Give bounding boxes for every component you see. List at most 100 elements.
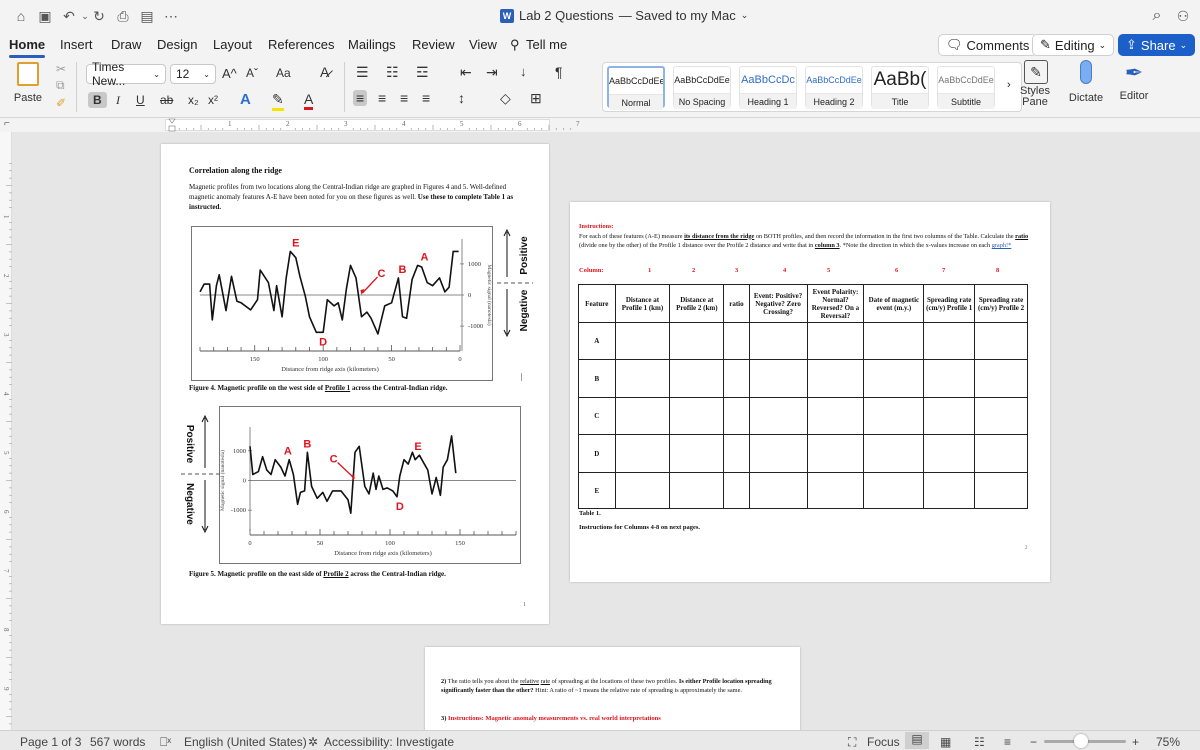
- save-as-icon[interactable]: ▤: [138, 7, 156, 25]
- justify-icon[interactable]: ≡: [422, 90, 430, 106]
- format-painter-icon[interactable]: ✐: [56, 96, 66, 110]
- word-count[interactable]: 567 words: [90, 735, 145, 749]
- cut-icon[interactable]: ✂: [56, 62, 66, 76]
- proofing-icon[interactable]: ⎕ˣ: [160, 735, 171, 750]
- annotation-label-a: A: [284, 446, 292, 458]
- tab-tell-me[interactable]: Tell me: [526, 37, 567, 52]
- tab-design[interactable]: Design: [157, 37, 197, 52]
- styles-more-chevron-icon[interactable]: ›: [1007, 79, 1011, 91]
- tab-layout[interactable]: Layout: [213, 37, 252, 52]
- table-row: C: [578, 397, 1028, 435]
- comments-button[interactable]: 🗨 Comments: [938, 34, 1038, 56]
- zoom-slider-handle[interactable]: [1073, 734, 1088, 748]
- print-icon[interactable]: ⎙: [114, 7, 132, 25]
- document-title[interactable]: W Lab 2 Questions — Saved to my Mac ⌄: [500, 8, 748, 23]
- accessibility-status[interactable]: Accessibility: Investigate: [324, 735, 454, 749]
- draft-view-icon[interactable]: ≡: [1004, 735, 1011, 749]
- tab-references[interactable]: References: [268, 37, 334, 52]
- clear-formatting-icon[interactable]: A̷: [320, 64, 329, 80]
- editor-button[interactable]: ✒ Editor: [1116, 60, 1152, 102]
- vertical-ruler[interactable]: 12345678910: [0, 132, 12, 730]
- tab-draw[interactable]: Draw: [111, 37, 141, 52]
- shrink-font-button[interactable]: Aˇ: [246, 66, 258, 80]
- subscript-button[interactable]: x₂: [188, 93, 199, 107]
- sort-icon[interactable]: ↓: [520, 64, 527, 79]
- underline-button[interactable]: U: [136, 93, 145, 107]
- table-1: Feature Distance at Profile 1 (km) Dista…: [578, 284, 1028, 509]
- align-left-icon[interactable]: ≡: [353, 90, 368, 106]
- bullets-icon[interactable]: ☰: [356, 64, 369, 81]
- align-right-icon[interactable]: ≡: [400, 90, 408, 106]
- share-button[interactable]: ⇪ Share ⌄: [1118, 34, 1196, 56]
- header-distance-profile-1: Distance at Profile 1 (km): [614, 284, 671, 323]
- pilcrow-button[interactable]: ¶: [555, 64, 563, 80]
- home-icon[interactable]: ⌂: [12, 7, 30, 25]
- more-icon[interactable]: ⋯: [162, 7, 180, 25]
- focus-button[interactable]: Focus: [867, 735, 900, 749]
- paste-button[interactable]: Paste: [10, 62, 46, 104]
- negative-label: Negative: [519, 289, 530, 331]
- outline-view-icon[interactable]: ☷: [974, 735, 985, 749]
- style-normal[interactable]: AaBbCcDdEe Normal: [607, 66, 665, 110]
- editing-button[interactable]: ✎ Editing ⌄: [1032, 34, 1115, 56]
- tab-insert[interactable]: Insert: [60, 37, 93, 52]
- tab-mailings[interactable]: Mailings: [348, 37, 396, 52]
- search-icon[interactable]: ⌕: [1148, 7, 1166, 25]
- zoom-slider[interactable]: [1044, 734, 1126, 748]
- text-effects-icon[interactable]: A: [240, 91, 251, 108]
- redo-icon[interactable]: ↻: [90, 7, 108, 25]
- chevron-down-icon: ⌄: [740, 10, 749, 20]
- tab-home[interactable]: Home: [9, 37, 46, 58]
- zoom-in-button[interactable]: +: [1132, 735, 1139, 749]
- multilevel-list-icon[interactable]: ☲: [416, 64, 429, 81]
- font-size-select[interactable]: 12 ⌄: [170, 64, 216, 84]
- decrease-indent-icon[interactable]: ⇤: [460, 64, 472, 81]
- highlight-icon[interactable]: ✎: [272, 91, 284, 111]
- language[interactable]: English (United States): [184, 735, 307, 749]
- document-canvas[interactable]: Correlation along the ridge Magnetic pro…: [13, 132, 1200, 730]
- shading-icon[interactable]: ◇: [500, 90, 511, 107]
- save-icon[interactable]: ▣: [36, 7, 54, 25]
- style-heading-1[interactable]: AaBbCcDc Heading 1: [739, 66, 797, 109]
- horizontal-ruler[interactable]: ⌐ 1234567: [0, 118, 1200, 132]
- zoom-level[interactable]: 75%: [1156, 735, 1180, 749]
- ruler-label: 2: [286, 120, 290, 128]
- style-heading-2[interactable]: AaBbCcDdEe Heading 2: [805, 66, 863, 109]
- positive-label: Positive: [519, 236, 530, 275]
- page-3[interactable]: 2) The ratio tells you about the relativ…: [425, 647, 800, 730]
- tab-review[interactable]: Review: [412, 37, 455, 52]
- font-color-icon[interactable]: A: [304, 91, 314, 110]
- style-subtitle[interactable]: AaBbCcDdEe Subtitle: [937, 66, 995, 109]
- ruler-label: 7: [2, 569, 10, 573]
- copy-icon[interactable]: ⧉: [56, 78, 65, 93]
- font-name-select[interactable]: Times New... ⌄: [86, 60, 166, 88]
- annotation-label-e: E: [414, 441, 421, 453]
- borders-icon[interactable]: ⊞: [530, 90, 542, 107]
- change-case-button[interactable]: Aa: [276, 66, 291, 80]
- page-1[interactable]: Correlation along the ridge Magnetic pro…: [161, 144, 549, 624]
- strikethrough-button[interactable]: ab: [160, 93, 173, 107]
- magnetic-profile-line: [199, 250, 459, 335]
- style-title[interactable]: AaBb( Title: [871, 66, 929, 109]
- italic-button[interactable]: I: [116, 93, 120, 108]
- styles-pane-button[interactable]: ✎ Styles Pane: [1020, 60, 1052, 108]
- line-spacing-icon[interactable]: ↕: [458, 90, 465, 106]
- x-tick-label: 0: [248, 540, 251, 547]
- numbering-icon[interactable]: ☷: [386, 64, 399, 81]
- align-center-icon[interactable]: ≡: [378, 90, 386, 106]
- page-2[interactable]: Instructions: For each of these features…: [570, 202, 1050, 582]
- web-layout-icon[interactable]: ▦: [940, 735, 951, 749]
- page-count[interactable]: Page 1 of 3: [20, 735, 81, 749]
- style-no-spacing[interactable]: AaBbCcDdEe No Spacing: [673, 66, 731, 109]
- dictate-button[interactable]: Dictate: [1066, 60, 1106, 104]
- account-icon[interactable]: ⚇: [1174, 7, 1192, 25]
- bold-button[interactable]: B: [88, 92, 107, 108]
- x-axis-label: Distance from ridge axis (kilometers): [334, 550, 431, 557]
- editor-pen-icon: ✒: [1124, 60, 1144, 85]
- zoom-out-button[interactable]: −: [1030, 735, 1037, 749]
- tab-view[interactable]: View: [469, 37, 497, 52]
- increase-indent-icon[interactable]: ⇥: [486, 64, 498, 81]
- print-layout-icon[interactable]: ▤: [905, 732, 929, 749]
- superscript-button[interactable]: x²: [208, 93, 218, 107]
- grow-font-button[interactable]: A^: [222, 66, 237, 81]
